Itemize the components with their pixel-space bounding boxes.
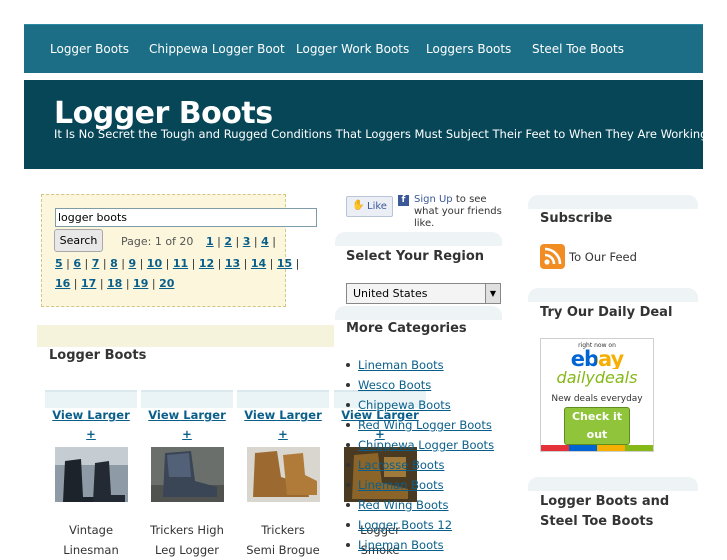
category-link[interactable]: Lacrosse Boots	[358, 458, 444, 472]
nav-item-loggers-boots[interactable]: Loggers Boots	[426, 42, 511, 56]
daily-deal-title: Try Our Daily Deal	[540, 305, 673, 320]
widget-title-logger-steel-toe: Logger Boots and Steel Toe Boots	[540, 494, 670, 529]
widget-tab	[335, 306, 502, 320]
category-link[interactable]: Red Wing Logger Boots	[358, 418, 492, 432]
page-link[interactable]: 11	[173, 257, 188, 270]
nav-item-logger-boots[interactable]: Logger Boots	[50, 42, 129, 56]
page-link[interactable]: 14	[251, 257, 266, 270]
feed-link[interactable]: To Our Feed	[569, 250, 637, 264]
product-card: View Larger + Trickers Semi Brogue	[237, 390, 329, 560]
page-link[interactable]: 13	[225, 257, 240, 270]
site-description: It Is No Secret the Tough and Rugged Con…	[54, 127, 712, 141]
list-item: Chippewa Logger Boots	[346, 435, 494, 455]
search-panel: Search Page: 1 of 20 1 | 2 | 3 | 4 | 5 |…	[41, 194, 317, 307]
product-name: Trickers Semi Brogue	[246, 523, 320, 557]
signup-link[interactable]: Sign Up	[414, 194, 453, 205]
page-link[interactable]: 7	[92, 257, 100, 270]
thumbs-up-icon: ✋	[352, 200, 365, 211]
pager-row-2: 5 | 6 | 7 | 8 | 9 | 10 | 11 | 12 | 13 | …	[55, 257, 300, 270]
region-title: Select Your Region	[346, 249, 485, 264]
list-item: Lineman Boots	[346, 535, 494, 555]
list-item: Red Wing Boots	[346, 495, 494, 515]
page-link[interactable]: 18	[107, 277, 122, 290]
top-nav: Logger Boots Chippewa Logger Boot Logger…	[24, 24, 703, 73]
page-link[interactable]: 5	[55, 257, 63, 270]
category-link[interactable]: Chippewa Logger Boots	[358, 438, 494, 452]
pager-row-3: 16 | 17 | 18 | 19 | 20	[55, 277, 175, 290]
page-link[interactable]: 12	[199, 257, 214, 270]
page-link[interactable]: 4	[261, 235, 269, 248]
product-name: Trickers High Leg Logger	[150, 523, 224, 557]
category-link[interactable]: Logger Boots 12	[358, 518, 452, 532]
view-larger-plus-link[interactable]: +	[45, 425, 137, 443]
product-name: Vintage Linesman	[63, 523, 119, 557]
rss-feed-icon[interactable]	[540, 244, 565, 269]
facebook-like-button[interactable]: ✋ Like	[346, 196, 393, 217]
page-link[interactable]: 8	[110, 257, 118, 270]
category-link[interactable]: Red Wing Boots	[358, 498, 449, 512]
page-link[interactable]: 16	[55, 277, 70, 290]
page-link[interactable]: 1	[206, 235, 214, 248]
list-item: Chippewa Boots	[346, 395, 494, 415]
view-larger-plus-link[interactable]: +	[237, 425, 329, 443]
view-larger-link[interactable]: View Larger	[141, 405, 233, 425]
facebook-icon: f	[398, 195, 409, 206]
page-link[interactable]: 20	[159, 277, 174, 290]
page-link[interactable]: 19	[133, 277, 148, 290]
nav-item-chippewa-logger-boot[interactable]: Chippewa Logger Boot	[149, 42, 285, 56]
category-link[interactable]: Wesco Boots	[358, 378, 431, 392]
page-link[interactable]: 6	[73, 257, 81, 270]
page-info: Page: 1 of 20	[121, 235, 194, 248]
search-button[interactable]: Search	[54, 229, 103, 252]
list-item: Lineman Boots	[346, 355, 494, 375]
product-card: View Larger + Trickers High Leg Logger	[141, 390, 233, 560]
dailydeals-logo: dailydeals	[556, 368, 638, 387]
color-stripe	[541, 445, 653, 451]
region-select[interactable]: United States ▼	[346, 283, 501, 304]
page-link[interactable]: 10	[147, 257, 162, 270]
pager-row-1: 1 | 2 | 3 | 4 |	[206, 235, 276, 248]
page-link[interactable]: 17	[81, 277, 96, 290]
page-link[interactable]: 15	[277, 257, 292, 270]
product-image[interactable]	[54, 447, 128, 502]
ebay-logo: ebay	[541, 349, 653, 370]
check-it-out-button[interactable]: Check it out	[564, 407, 630, 445]
category-link[interactable]: Lineman Boots	[358, 478, 444, 492]
list-item: Logger Boots 12	[346, 515, 494, 535]
categories-title: More Categories	[346, 321, 467, 336]
category-link[interactable]: Lineman Boots	[358, 358, 444, 372]
list-item: Lineman Boots	[346, 475, 494, 495]
widget-tab	[335, 232, 502, 246]
list-item: Red Wing Logger Boots	[346, 415, 494, 435]
widget-tab	[528, 195, 698, 209]
product-card: View Larger + Vintage Linesman	[45, 390, 137, 560]
list-item: Lacrosse Boots	[346, 455, 494, 475]
widget-tab	[528, 477, 698, 491]
search-input[interactable]	[55, 208, 317, 227]
section-band	[37, 325, 334, 347]
page-link[interactable]: 3	[243, 235, 251, 248]
subscribe-title: Subscribe	[540, 211, 613, 226]
widget-tab	[528, 288, 698, 302]
category-link[interactable]: Lineman Boots	[358, 538, 444, 552]
site-title[interactable]: Logger Boots	[54, 96, 273, 131]
page-link[interactable]: 2	[224, 235, 232, 248]
category-link[interactable]: Chippewa Boots	[358, 398, 451, 412]
nav-item-steel-toe-boots[interactable]: Steel Toe Boots	[532, 42, 624, 56]
ebay-daily-deal-banner[interactable]: right now on ebay dailydeals New deals e…	[540, 338, 654, 452]
products-title: Logger Boots	[49, 348, 147, 363]
view-larger-plus-link[interactable]: +	[141, 425, 233, 443]
view-larger-link[interactable]: View Larger	[45, 405, 137, 425]
nav-item-logger-work-boots[interactable]: Logger Work Boots	[296, 42, 409, 56]
facebook-signup-text: Sign Up to see what your friends like.	[414, 194, 502, 229]
page-link[interactable]: 9	[128, 257, 136, 270]
site-header: Logger Boots It Is No Secret the Tough a…	[24, 80, 711, 169]
product-image[interactable]	[246, 447, 320, 502]
view-larger-link[interactable]: View Larger	[237, 405, 329, 425]
chevron-down-icon[interactable]: ▼	[485, 284, 500, 303]
list-item: Wesco Boots	[346, 375, 494, 395]
product-image[interactable]	[150, 447, 224, 502]
category-list: Lineman Boots Wesco Boots Chippewa Boots…	[346, 355, 494, 555]
